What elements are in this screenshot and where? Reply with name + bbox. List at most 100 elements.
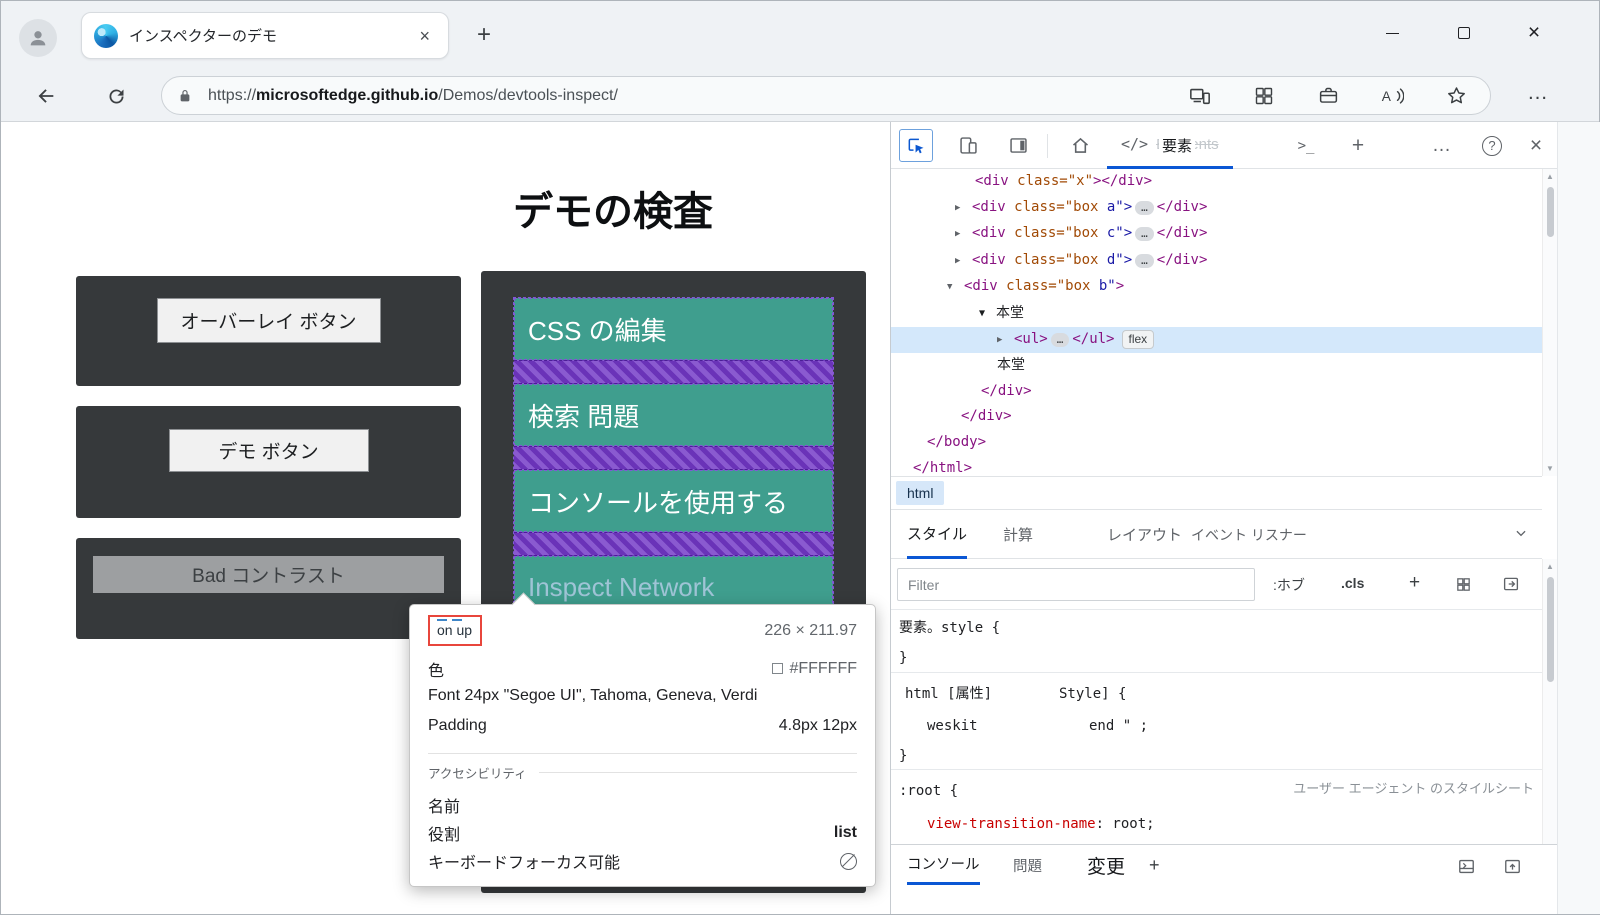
expand-icon[interactable]: ▶	[955, 196, 972, 222]
address-bar[interactable]: https://microsoftedge.github.io/Demos/de…	[161, 76, 1491, 115]
browser-menu-button[interactable]: …	[1527, 81, 1549, 105]
send-to-devices-icon[interactable]	[1188, 84, 1212, 108]
window-close-button[interactable]: ×	[1511, 15, 1557, 51]
expand-drawer-icon[interactable]	[1499, 853, 1525, 879]
html-selector[interactable]: html [属性]	[905, 684, 992, 704]
briefcase-icon[interactable]	[1316, 84, 1340, 108]
expand-icon[interactable]: ▶	[955, 222, 972, 248]
refresh-button[interactable]	[101, 81, 131, 111]
css-value[interactable]: end " ;	[1089, 716, 1148, 736]
element-dimensions: 226 × 211.97	[764, 622, 857, 640]
dom-text-node[interactable]: 本堂	[891, 353, 1542, 379]
scroll-down-icon[interactable]: ▼	[1543, 464, 1557, 473]
toggle-hover-state[interactable]: :ホブ	[1273, 575, 1305, 595]
element-style-rule[interactable]: 要素。style {	[899, 618, 1000, 638]
tab-issues[interactable]: 問題	[1013, 845, 1042, 885]
dom-node-box-b[interactable]: ▼<div class="box b">	[891, 274, 1542, 301]
browser-tab[interactable]: インスペクターのデモ ×	[81, 12, 449, 59]
new-tab-button[interactable]: +	[469, 21, 499, 49]
toggle-classes[interactable]: .cls	[1341, 575, 1364, 591]
tab-changes[interactable]: 変更	[1087, 845, 1125, 885]
dom-tree: <div class="x"></div> ▶<div class="box a…	[891, 169, 1542, 476]
dom-closing-tag-html[interactable]: </html>	[891, 456, 1542, 476]
css-property[interactable]: weskit	[927, 716, 978, 736]
tab-title: インスペクターのデモ	[129, 25, 413, 46]
dom-node-box-a[interactable]: ▶<div class="box a">…</div>	[891, 195, 1542, 222]
device-toolbar-button[interactable]	[951, 129, 985, 162]
dock-drawer-icon[interactable]	[1453, 853, 1479, 879]
list-item[interactable]: 検索 問題	[514, 384, 833, 446]
demo-button[interactable]: デモ ボタン	[169, 429, 369, 472]
list-item[interactable]: コンソールを使用する	[514, 470, 833, 532]
expand-icon[interactable]: ▶	[955, 249, 972, 275]
window-minimize-button[interactable]	[1369, 15, 1415, 51]
ellipsis-button[interactable]: …	[1051, 333, 1070, 347]
profile-avatar[interactable]	[19, 19, 57, 57]
tab-computed[interactable]: 計算	[1003, 510, 1033, 559]
favorites-star-icon[interactable]	[1444, 84, 1468, 108]
breadcrumb-html[interactable]: html	[896, 481, 944, 505]
url-host: microsoftedge.github.io	[256, 87, 438, 104]
element-states-icon[interactable]	[1451, 572, 1475, 596]
flex-badge[interactable]: flex	[1122, 330, 1155, 349]
box-a: オーバーレイ ボタン	[76, 276, 461, 386]
ellipsis-button[interactable]: …	[1135, 227, 1154, 241]
drawer-add-tab-button[interactable]: +	[1149, 845, 1160, 885]
divider	[891, 672, 1542, 673]
tab-layout[interactable]: レイアウト	[1107, 510, 1182, 559]
devtools-close-button[interactable]: ×	[1519, 129, 1553, 162]
dom-node-ul-selected[interactable]: ▶<ul>…</ul>flex	[891, 327, 1542, 354]
read-aloud-icon[interactable]: A	[1380, 84, 1404, 108]
dom-closing-tag-body[interactable]: </body>	[891, 430, 1542, 456]
dom-node-box-c[interactable]: ▶<div class="box c">…</div>	[891, 221, 1542, 248]
scroll-up-icon[interactable]: ▲	[1543, 562, 1557, 571]
page-title: デモの検査	[513, 179, 713, 237]
tab-elements[interactable]: </> Elements 要素	[1107, 122, 1233, 169]
dom-closing-tag[interactable]: </div>	[891, 404, 1542, 430]
scrollbar-thumb[interactable]	[1547, 577, 1554, 682]
list-item[interactable]: CSS の編集	[514, 298, 833, 360]
styles-filter-input[interactable]	[897, 568, 1255, 601]
tab-close-icon[interactable]: ×	[413, 25, 436, 47]
url-text: https://microsoftedge.github.io/Demos/de…	[208, 87, 618, 105]
styles-scrollbar[interactable]: ▲ ▼	[1542, 559, 1557, 885]
scrollbar-thumb[interactable]	[1547, 187, 1554, 237]
add-tab-button[interactable]: +	[1341, 129, 1375, 162]
tab-event-listeners[interactable]: イベント リスナー	[1191, 510, 1307, 559]
help-icon: ?	[1482, 136, 1502, 156]
chevron-down-icon[interactable]	[1514, 526, 1528, 544]
dom-node-div-x[interactable]: <div class="x"></div>	[891, 169, 1542, 195]
dom-closing-tag[interactable]: </div>	[891, 379, 1542, 405]
console-drawer-button[interactable]: >_	[1289, 129, 1323, 162]
css-declaration[interactable]: view-transition-name: root;	[927, 814, 1155, 834]
window-right-gutter	[1557, 122, 1600, 914]
flex-gap-overlay	[514, 446, 833, 470]
overlay-button[interactable]: オーバーレイ ボタン	[157, 298, 381, 343]
user-agent-stylesheet-label: ユーザー エージェント のスタイルシート	[1293, 778, 1534, 797]
dom-scrollbar[interactable]: ▲ ▼	[1542, 169, 1557, 476]
apps-grid-icon[interactable]	[1252, 84, 1276, 108]
ellipsis-button[interactable]: …	[1135, 201, 1154, 215]
help-button[interactable]: ?	[1475, 129, 1509, 162]
computed-panel-icon[interactable]	[1499, 572, 1523, 596]
new-style-rule-button[interactable]: +	[1409, 572, 1420, 594]
dock-side-button[interactable]	[1001, 129, 1035, 162]
back-button[interactable]	[31, 81, 61, 111]
scroll-up-icon[interactable]: ▲	[1543, 172, 1557, 181]
closing-brace: }	[899, 746, 907, 766]
devtools-menu-button[interactable]: …	[1425, 129, 1459, 162]
inspect-element-button[interactable]	[899, 129, 933, 162]
expand-icon[interactable]: ▶	[997, 328, 1014, 354]
dom-text-node[interactable]: ▼本堂	[891, 301, 1542, 327]
root-selector[interactable]: :root {	[899, 781, 958, 801]
window-maximize-button[interactable]	[1441, 15, 1487, 51]
tab-console[interactable]: コンソール	[907, 845, 980, 885]
tab-styles[interactable]: スタイル	[907, 510, 967, 559]
welcome-home-button[interactable]	[1063, 129, 1097, 162]
dom-node-box-d[interactable]: ▶<div class="box d">…</div>	[891, 248, 1542, 275]
collapse-icon[interactable]: ▼	[947, 275, 964, 301]
collapse-icon[interactable]: ▼	[979, 301, 996, 327]
tab-bar: インスペクターのデモ × + ×	[1, 1, 1599, 69]
drawer-bar: コンソール 問題 変更 +	[891, 844, 1557, 885]
ellipsis-button[interactable]: …	[1135, 254, 1154, 268]
